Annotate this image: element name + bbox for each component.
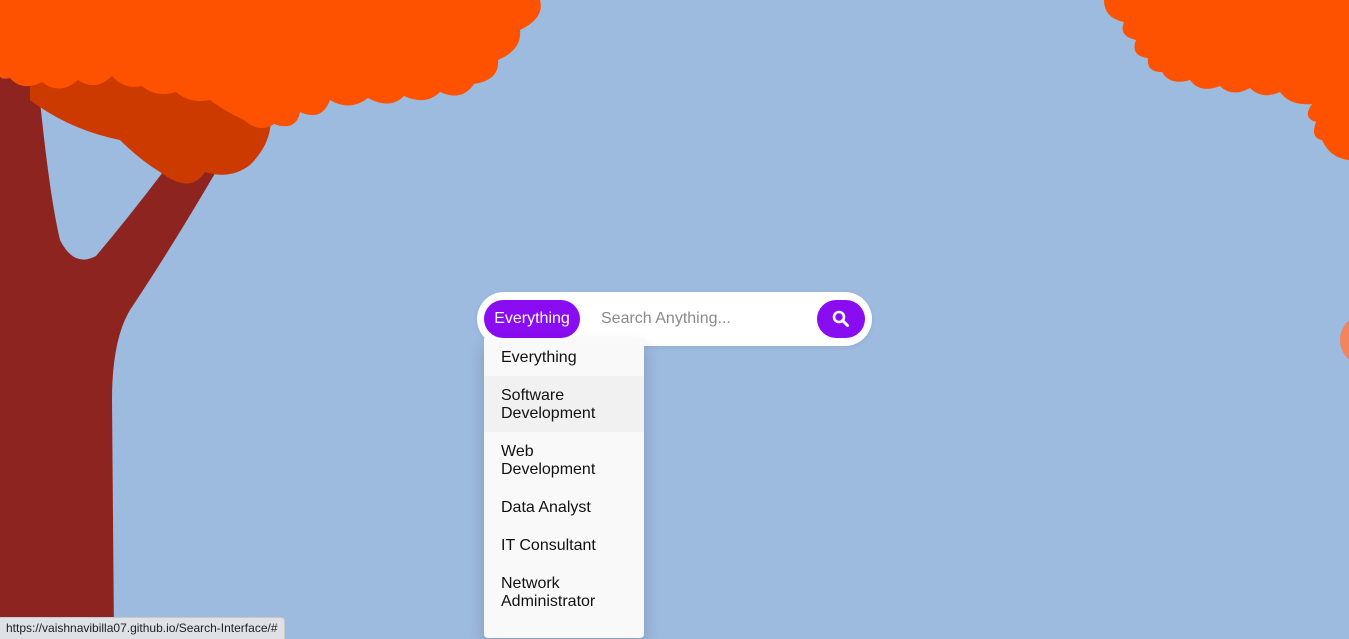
- category-dropdown: Everything Software Development Web Deve…: [484, 338, 644, 638]
- right-tree-foliage: [1104, 0, 1349, 160]
- dropdown-item-it-consultant[interactable]: IT Consultant: [484, 526, 644, 564]
- dropdown-item-label: Software Development: [501, 387, 596, 422]
- dropdown-item-label: Web Development: [501, 443, 596, 478]
- dropdown-item-label: Network Administrator: [501, 575, 596, 610]
- browser-status-bar: https://vaishnavibilla07.github.io/Searc…: [0, 617, 285, 639]
- search-icon: [832, 310, 849, 327]
- dropdown-item-network-administrator[interactable]: Network Administrator: [484, 564, 644, 620]
- dropdown-item-label: IT Consultant: [501, 537, 596, 554]
- dropdown-item-data-analyst[interactable]: Data Analyst: [484, 488, 644, 526]
- dropdown-item-web-development[interactable]: Web Development: [484, 432, 644, 488]
- dropdown-item-everything[interactable]: Everything: [484, 338, 644, 376]
- category-select-button[interactable]: Everything: [484, 300, 580, 338]
- dropdown-item-software-development[interactable]: Software Development: [484, 376, 644, 432]
- search-input[interactable]: [595, 302, 817, 336]
- dropdown-item-label: Data Analyst: [501, 499, 591, 516]
- search-button[interactable]: [817, 300, 865, 338]
- dropdown-item-label: Everything: [501, 349, 577, 366]
- status-bar-url: https://vaishnavibilla07.github.io/Searc…: [6, 621, 278, 635]
- right-edge-orb: [1340, 320, 1349, 360]
